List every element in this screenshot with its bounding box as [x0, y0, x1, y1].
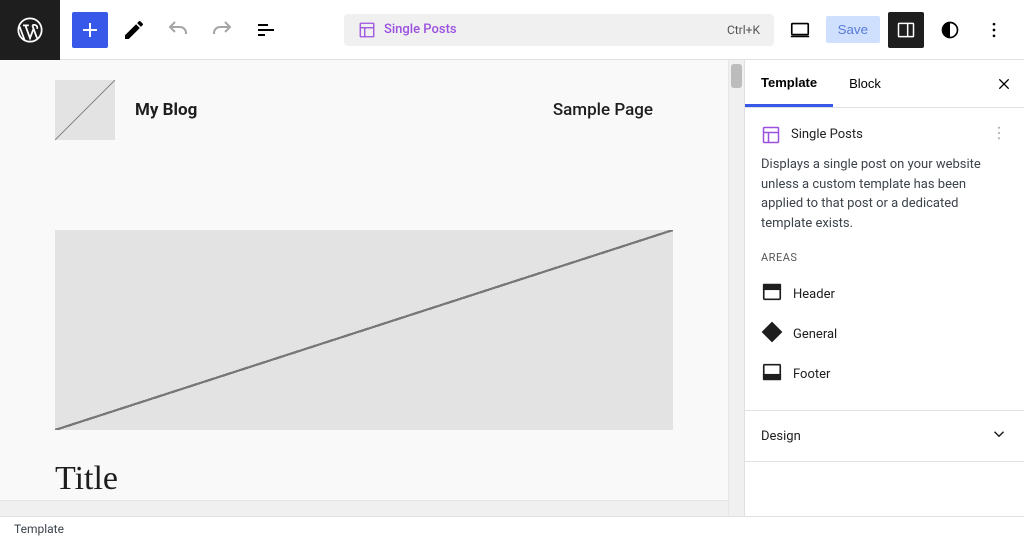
close-sidebar-button[interactable] [984, 60, 1024, 107]
breadcrumb-root[interactable]: Template [14, 522, 64, 536]
settings-sidebar: Template Block Single Posts Displays a s… [744, 60, 1024, 516]
site-logo-placeholder[interactable] [55, 80, 115, 140]
template-icon [761, 125, 781, 145]
area-general[interactable]: General [761, 314, 1008, 354]
edit-tool-button[interactable] [116, 12, 152, 48]
areas-heading: AREAS [761, 251, 1008, 264]
tab-template[interactable]: Template [745, 60, 833, 107]
template-description: Displays a single post on your website u… [761, 155, 1008, 233]
settings-sidebar-toggle[interactable] [888, 12, 924, 48]
more-options-button[interactable] [976, 12, 1012, 48]
footer-area-icon [761, 361, 783, 387]
area-header[interactable]: Header [761, 274, 1008, 314]
horizontal-scrollbar[interactable] [0, 500, 728, 516]
document-overview-button[interactable] [248, 12, 284, 48]
undo-button[interactable] [160, 12, 196, 48]
design-panel-label: Design [761, 429, 801, 444]
command-center-shortcut: Ctrl+K [727, 23, 760, 37]
vertical-scrollbar[interactable] [728, 60, 744, 516]
save-button[interactable]: Save [826, 16, 880, 43]
view-desktop-button[interactable] [782, 12, 818, 48]
template-actions-button[interactable] [990, 124, 1008, 145]
header-area-icon [761, 281, 783, 307]
featured-image-placeholder[interactable] [55, 230, 673, 430]
command-center[interactable]: Single Posts Ctrl+K [344, 14, 774, 46]
command-center-label: Single Posts [384, 22, 457, 37]
area-label: Footer [793, 367, 830, 382]
template-name: Single Posts [791, 127, 863, 142]
wordpress-logo[interactable] [0, 0, 60, 60]
post-title[interactable]: Title [55, 460, 673, 498]
site-title[interactable]: My Blog [135, 100, 197, 120]
area-footer[interactable]: Footer [761, 354, 1008, 394]
styles-button[interactable] [932, 12, 968, 48]
breadcrumb-bar: Template [0, 516, 1024, 540]
chevron-down-icon [990, 425, 1008, 447]
general-area-icon [761, 321, 783, 347]
editor-canvas[interactable]: My Blog Sample Page Title [0, 60, 744, 516]
tab-block[interactable]: Block [833, 60, 897, 107]
nav-link-sample-page[interactable]: Sample Page [553, 100, 673, 120]
design-panel-toggle[interactable]: Design [745, 411, 1024, 462]
area-label: General [793, 327, 837, 342]
redo-button[interactable] [204, 12, 240, 48]
template-icon [358, 21, 376, 39]
area-label: Header [793, 287, 835, 302]
add-block-button[interactable] [72, 12, 108, 48]
